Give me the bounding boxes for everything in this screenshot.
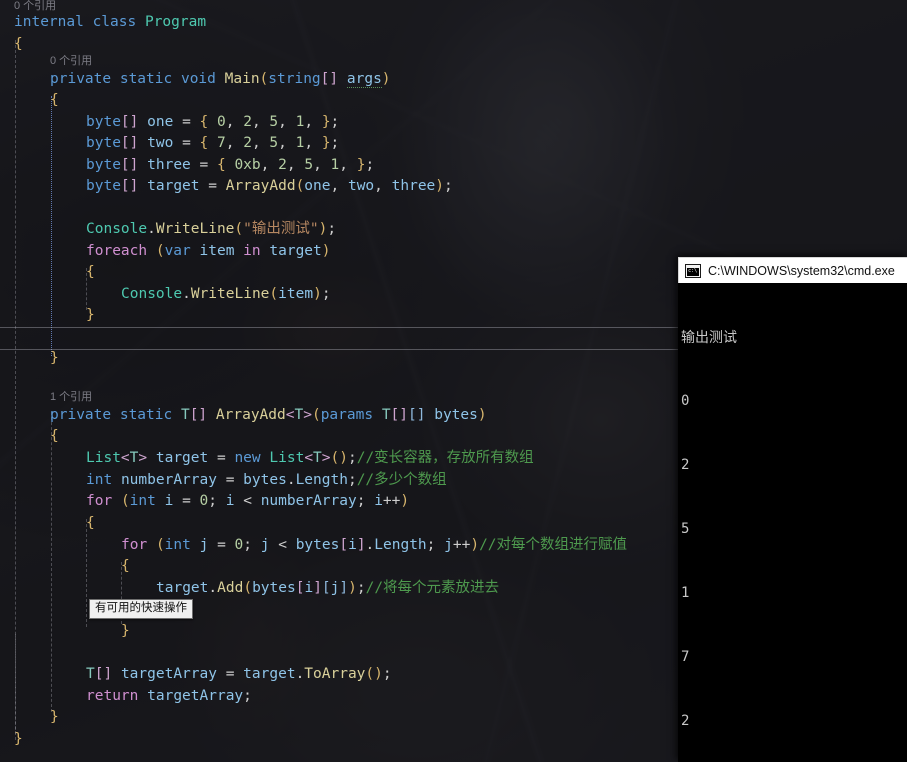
code-line-targetarray: T[] targetArray = target.ToArray(); xyxy=(86,666,392,682)
codelens-main-references[interactable]: 0 个引用 xyxy=(50,53,92,69)
code-line-arrayadd-signature: private static T[] ArrayAdd<T>(params T[… xyxy=(50,407,487,423)
code-line-list-target: List<T> target = new List<T>();//变长容器，存放… xyxy=(86,450,534,466)
code-line-for-inner-close-brace: } xyxy=(121,623,130,639)
console-line: 7 xyxy=(681,649,690,666)
code-line-for-outer: for (int i = 0; i < numberArray; i++) xyxy=(86,493,410,509)
code-line-byte-one: byte[] one = { 0, 2, 5, 1, }; xyxy=(86,114,340,130)
console-line: 2 xyxy=(681,457,690,474)
code-line-foreach-close-brace: } xyxy=(86,307,95,323)
code-line-target-add: target.Add(bytes[i][j]);//将每个元素放进去 xyxy=(156,580,500,596)
code-line-return: return targetArray; xyxy=(86,688,252,704)
quick-actions-tooltip[interactable]: 有可用的快速操作 xyxy=(89,599,193,619)
cmd-console-window[interactable]: C:\WINDOWS\system32\cmd.exe 输出测试 0 2 5 1… xyxy=(678,257,907,762)
cmd-title-bar[interactable]: C:\WINDOWS\system32\cmd.exe xyxy=(678,257,907,283)
code-line-numberarray: int numberArray = bytes.Length;//多少个数组 xyxy=(86,472,447,488)
cmd-title-text: C:\WINDOWS\system32\cmd.exe xyxy=(708,263,895,278)
code-line-byte-three: byte[] three = { 0xb, 2, 5, 1, }; xyxy=(86,157,375,173)
code-line-arrayadd-close-brace: } xyxy=(50,709,59,725)
code-line-arrayadd-open-brace: { xyxy=(50,428,59,444)
code-line-class-open-brace: { xyxy=(14,36,23,52)
code-line-class-decl: internal class Program xyxy=(14,14,207,30)
console-line: 1 xyxy=(681,585,690,602)
console-line: 5 xyxy=(681,521,690,538)
code-line-for-inner: for (int j = 0; j < bytes[i].Length; j++… xyxy=(121,537,628,553)
console-line: 输出测试 xyxy=(681,329,737,346)
codelens-arrayadd-references[interactable]: 1 个引用 xyxy=(50,389,92,405)
code-line-writeline-item: Console.WriteLine(item); xyxy=(121,286,331,302)
code-line-for-inner-open-brace: { xyxy=(121,558,130,574)
cmd-icon xyxy=(685,263,701,278)
code-line-byte-two: byte[] two = { 7, 2, 5, 1, }; xyxy=(86,135,340,151)
code-line-writeline-header: Console.WriteLine("输出测试"); xyxy=(86,221,337,237)
console-line: 2 xyxy=(681,712,690,729)
code-line-main-close-brace: } xyxy=(50,350,59,366)
code-line-foreach: foreach (var item in target) xyxy=(86,243,331,259)
code-line-main-open-brace: { xyxy=(50,92,59,108)
code-line-foreach-open-brace: { xyxy=(86,264,95,280)
code-line-main-signature: private static void Main(string[] args) xyxy=(50,71,391,88)
console-line: 0 xyxy=(681,393,690,410)
cmd-output-area[interactable]: 输出测试 0 2 5 1 7 2 5 1 11 2 5 1 请按任意键继续. .… xyxy=(678,283,907,762)
code-line-for-outer-open-brace: { xyxy=(86,515,95,531)
code-line-byte-target: byte[] target = ArrayAdd(one, two, three… xyxy=(86,178,453,194)
code-line-class-close-brace: } xyxy=(14,731,23,747)
